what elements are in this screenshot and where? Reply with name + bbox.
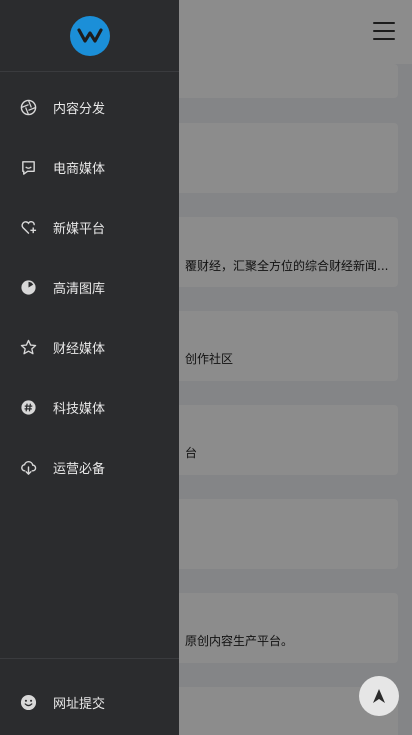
sidebar-header <box>0 0 179 72</box>
sidebar-item-label: 科技媒体 <box>53 401 106 417</box>
sidebar-item-ecommerce-media[interactable]: 电商媒体 <box>0 137 179 197</box>
sidebar-item-content-distribution[interactable]: 内容分发 <box>0 77 179 137</box>
sidebar-drawer: 内容分发 电商媒体 新媒平台 高清图库 财经媒体 科技媒体 运营必备 网址提交 <box>0 0 179 735</box>
sidebar-item-finance-media[interactable]: 财经媒体 <box>0 317 179 377</box>
arrow-up-icon <box>373 689 385 703</box>
sidebar-item-hd-gallery[interactable]: 高清图库 <box>0 257 179 317</box>
sidebar-item-label: 财经媒体 <box>53 341 106 357</box>
sidebar-item-label: 电商媒体 <box>53 161 106 177</box>
w-logo-icon[interactable] <box>69 15 110 56</box>
sidebar-item-label: 网址提交 <box>53 696 106 712</box>
star-icon <box>20 339 37 356</box>
back-to-top-button[interactable] <box>359 676 399 716</box>
sidebar-item-label: 新媒平台 <box>53 221 106 237</box>
sidebar-item-label: 内容分发 <box>53 101 106 117</box>
hash-icon <box>20 399 37 416</box>
sidebar-item-new-media[interactable]: 新媒平台 <box>0 197 179 257</box>
sidebar-item-label: 高清图库 <box>53 281 106 297</box>
cloud-download-icon <box>20 459 37 476</box>
sidebar-item-operations[interactable]: 运营必备 <box>0 437 179 497</box>
chat-icon <box>20 159 37 176</box>
aperture-icon <box>20 99 37 116</box>
pie-icon <box>20 279 37 296</box>
sidebar-item-submit-site[interactable]: 网址提交 <box>0 659 179 735</box>
sidebar-footer: 网址提交 <box>0 658 179 735</box>
smile-icon <box>20 694 37 711</box>
sidebar-item-tech-media[interactable]: 科技媒体 <box>0 377 179 437</box>
heart-plus-icon <box>20 219 37 236</box>
sidebar-menu: 内容分发 电商媒体 新媒平台 高清图库 财经媒体 科技媒体 运营必备 <box>0 77 179 497</box>
sidebar-item-label: 运营必备 <box>53 461 106 477</box>
